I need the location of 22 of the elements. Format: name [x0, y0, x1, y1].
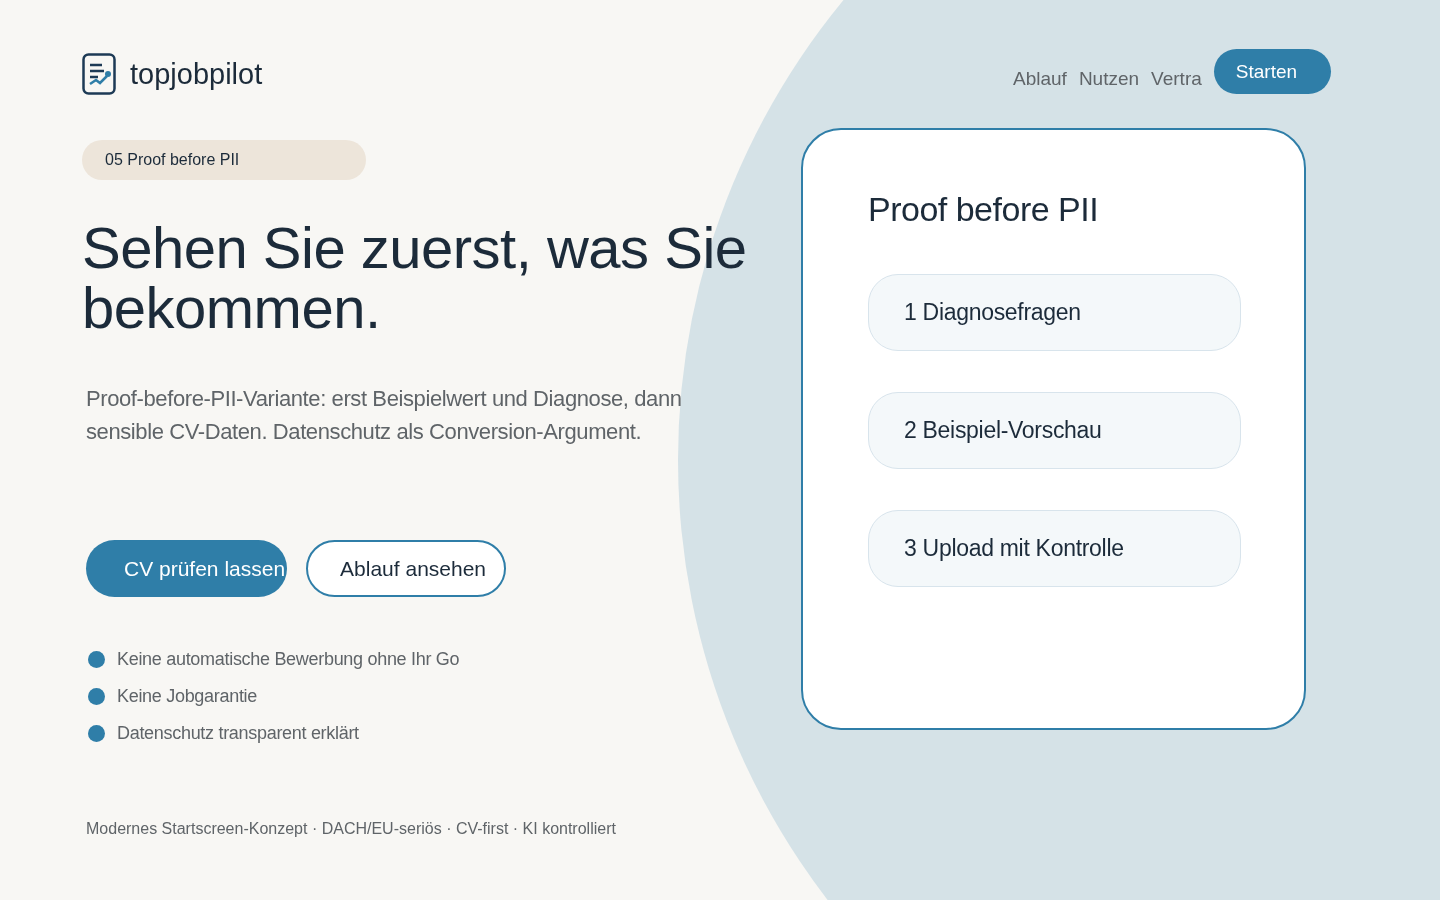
nav-link[interactable]: Nutzen: [1078, 53, 1140, 90]
bullet-dot: [88, 651, 105, 668]
bullet-text: Keine Jobgarantie: [117, 686, 257, 707]
step-item: 2 Beispiel-Vorschau: [868, 392, 1241, 469]
step-item: 1 Diagnosefragen: [868, 274, 1241, 351]
section-badge: 05 Proof before PII: [82, 140, 366, 180]
bullet-text: Keine automatische Bewerbung ohne Ihr Go: [117, 649, 460, 670]
logo-icon: [82, 53, 116, 95]
nav-link[interactable]: Ablauf: [1013, 53, 1067, 90]
nav-link[interactable]: Vertra: [1151, 53, 1202, 90]
brand-name[interactable]: topjobpilot: [130, 57, 263, 91]
bullet-dot: [88, 688, 105, 705]
hero-description: Proof-before-PII-Variante: erst Beispielwert und Diagnose, dann sensible CV-Daten. Datenschutz als Conversion-Argument.: [86, 385, 683, 446]
hero-title: Sehen Sie zuerst, was Sie bekommen.: [82, 218, 748, 338]
process-button[interactable]: Ablauf ansehen: [306, 540, 507, 597]
step-item: 3 Upload mit Kontrolle: [868, 510, 1241, 587]
card-title: Proof before PII: [868, 190, 1100, 229]
bullet-dot: [88, 725, 105, 742]
footer-note: Modernes Startscreen-Konzept · DACH/EU-seriös · CV-first · KI kontrolliert: [86, 820, 617, 838]
bullet-text: Datenschutz transparent erklärt: [117, 723, 359, 744]
start-button[interactable]: Starten: [1213, 49, 1332, 94]
cv-check-button[interactable]: CV prüfen lassen: [86, 540, 288, 597]
